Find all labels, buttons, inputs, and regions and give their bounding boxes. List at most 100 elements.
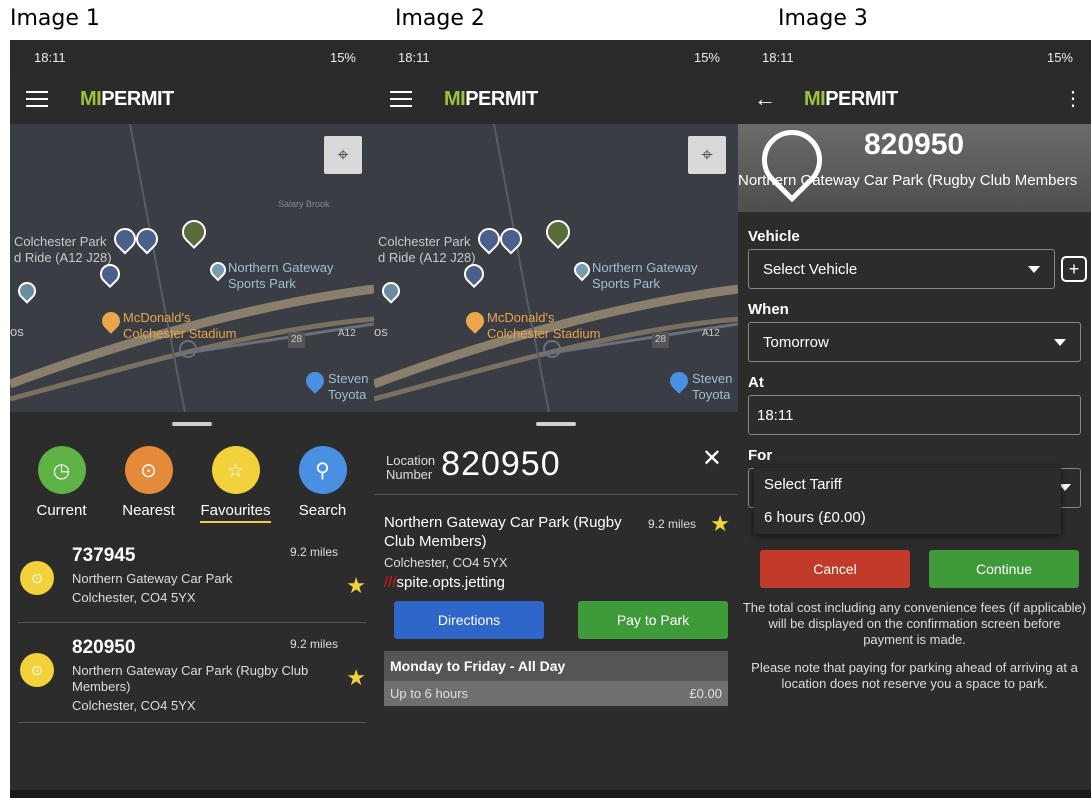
locate-me-icon[interactable]: ⌖ xyxy=(688,136,726,174)
location-pin-icon: ⊙ xyxy=(124,446,173,494)
map-label-mcdonalds: McDonald's xyxy=(487,310,555,325)
tariff-table: Monday to Friday - All Day Up to 6 hours… xyxy=(384,651,728,706)
tariff-dropdown[interactable]: Select Tariff 6 hours (£0.00) xyxy=(748,468,1081,540)
caption-image-1: Image 1 xyxy=(10,6,100,31)
map-label-os: os xyxy=(374,324,388,339)
location-number-label: Location Number xyxy=(386,453,436,482)
quick-action-current[interactable]: ◷ Current xyxy=(22,446,102,523)
quick-action-label: Current xyxy=(36,502,87,519)
chevron-down-icon xyxy=(1028,265,1040,273)
cost-note: The total cost including any convenience… xyxy=(742,600,1087,647)
app-bar: MIPERMIT xyxy=(10,74,374,124)
map-label-northern-gateway: Northern Gateway Sports Park xyxy=(592,260,698,291)
close-icon[interactable]: ✕ xyxy=(702,444,722,473)
map-label-mcdonalds: McDonald's xyxy=(123,310,191,325)
quick-action-favourites[interactable]: ☆ Favourites xyxy=(196,446,276,523)
search-icon: ⚲ xyxy=(298,446,347,494)
phone-screen-1: 18:11 15% MIPERMIT ⌖ Colchester Park d R… xyxy=(10,40,374,798)
star-icon[interactable]: ★ xyxy=(710,511,730,537)
star-icon[interactable]: ★ xyxy=(346,665,366,691)
favourite-name: Northern Gateway Car Park xyxy=(72,571,233,586)
back-arrow-icon[interactable]: ← xyxy=(754,86,776,112)
quick-action-nearest[interactable]: ⊙ Nearest xyxy=(109,446,189,523)
map-label-steven-toyota: Steven Toyota xyxy=(328,371,369,402)
system-nav-bar xyxy=(738,790,1091,798)
quick-action-label: Nearest xyxy=(122,502,175,519)
status-time: 18:11 xyxy=(34,49,66,65)
time-input[interactable]: 18:11 xyxy=(748,395,1081,435)
tariff-option[interactable]: Select Tariff xyxy=(754,468,1061,501)
clock-icon: ◷ xyxy=(37,446,86,494)
map-view[interactable]: ⌖ Colchester Park d Ride (A12 J28) North… xyxy=(10,124,374,412)
favourite-distance: 9.2 miles xyxy=(289,637,338,651)
map-label-park-and-ride: Colchester Park d Ride (A12 J28) xyxy=(14,234,112,265)
location-info: Northern Gateway Car Park (Rugby Club Me… xyxy=(374,495,738,591)
status-bar: 18:11 15% xyxy=(10,40,374,74)
app-bar: MIPERMIT xyxy=(374,74,738,124)
quick-action-label: Search xyxy=(298,502,347,519)
caption-image-3: Image 3 xyxy=(778,6,868,31)
battery-level: 15% xyxy=(329,49,356,65)
location-city: Colchester, CO4 5YX xyxy=(384,555,508,570)
system-nav-bar xyxy=(374,790,738,798)
map-label-northern-gateway: Northern Gateway Sports Park xyxy=(228,260,334,291)
at-label: At xyxy=(748,374,764,391)
star-icon: ☆ xyxy=(211,446,260,494)
mipermit-logo: MIPERMIT xyxy=(804,87,898,110)
continue-button[interactable]: Continue xyxy=(929,550,1079,588)
add-vehicle-icon[interactable]: + xyxy=(1061,256,1087,282)
favourite-name: Northern Gateway Car Park (Rugby Club Me… xyxy=(72,663,309,694)
status-bar: 18:11 15% xyxy=(738,40,1091,74)
favourite-item[interactable]: ⊙ 737945 Northern Gateway Car Park Colch… xyxy=(18,531,366,623)
location-number: 820950 xyxy=(441,445,561,483)
road-label-a12: A12 xyxy=(338,328,356,339)
status-time: 18:11 xyxy=(762,49,794,65)
location-number: 820950 xyxy=(864,128,965,161)
pay-to-park-button[interactable]: Pay to Park xyxy=(578,601,728,639)
menu-icon[interactable] xyxy=(390,91,412,107)
location-distance: 9.2 miles xyxy=(647,517,696,531)
menu-icon[interactable] xyxy=(26,91,48,107)
mipermit-logo: MIPERMIT xyxy=(80,87,174,110)
status-time: 18:11 xyxy=(398,49,430,65)
bottom-sheet: ◷ Current ⊙ Nearest ☆ Favourites ⚲ Searc… xyxy=(10,422,374,723)
locate-me-icon[interactable]: ⌖ xyxy=(324,136,362,174)
location-pin-icon: ⊙ xyxy=(20,653,54,687)
tariff-options-menu: Select Tariff 6 hours (£0.00) xyxy=(754,468,1061,534)
when-select[interactable]: Tomorrow xyxy=(748,322,1081,362)
battery-level: 15% xyxy=(693,49,720,65)
tariff-heading: Monday to Friday - All Day xyxy=(384,651,728,681)
location-detail-sheet: Location Number 820950 ✕ Northern Gatewa… xyxy=(374,422,738,706)
location-header: Location Number 820950 ✕ xyxy=(374,426,738,495)
more-options-icon[interactable]: ⋮ xyxy=(1063,86,1083,111)
system-nav-bar xyxy=(10,790,374,798)
when-label: When xyxy=(748,301,789,318)
tariff-option[interactable]: 6 hours (£0.00) xyxy=(754,501,1061,534)
map-label-park-and-ride: Colchester Park d Ride (A12 J28) xyxy=(378,234,476,265)
tariff-row: Up to 6 hours £0.00 xyxy=(384,681,728,706)
cancel-button[interactable]: Cancel xyxy=(760,550,910,588)
map-view[interactable]: ⌖ Colchester Park d Ride (A12 J28) North… xyxy=(374,124,738,412)
road-label-a12: A12 xyxy=(702,328,720,339)
status-bar: 18:11 15% xyxy=(374,40,738,74)
quick-actions: ◷ Current ⊙ Nearest ☆ Favourites ⚲ Searc… xyxy=(10,426,374,523)
what3words-address[interactable]: ///spite.opts.jetting xyxy=(384,574,728,591)
reservation-note: Please note that paying for parking ahea… xyxy=(751,660,1078,691)
for-label: For xyxy=(748,447,773,464)
favourite-distance: 9.2 miles xyxy=(289,545,338,559)
map-label-salary-brook: Salary Brook xyxy=(278,199,330,209)
location-pin-icon xyxy=(749,117,835,203)
quick-action-label: Favourites xyxy=(200,502,271,523)
favourite-city: Colchester, CO4 5YX xyxy=(72,698,196,713)
mipermit-logo: MIPERMIT xyxy=(444,87,538,110)
phone-screen-2: 18:11 15% MIPERMIT ⌖ Colchester Park d R… xyxy=(374,40,738,798)
favourite-item[interactable]: ⊙ 820950 Northern Gateway Car Park (Rugb… xyxy=(18,623,366,723)
location-name: Northern Gateway Car Park (Rugby Club Me… xyxy=(384,514,622,550)
quick-action-search[interactable]: ⚲ Search xyxy=(283,446,363,523)
phone-screen-3: 18:11 15% ← MIPERMIT ⋮ 820950 Northern G… xyxy=(738,40,1091,798)
location-pin-icon: ⊙ xyxy=(20,561,54,595)
star-icon[interactable]: ★ xyxy=(346,573,366,599)
vehicle-select[interactable]: Select Vehicle xyxy=(748,249,1055,289)
caption-image-2: Image 2 xyxy=(395,6,485,31)
directions-button[interactable]: Directions xyxy=(394,601,544,639)
